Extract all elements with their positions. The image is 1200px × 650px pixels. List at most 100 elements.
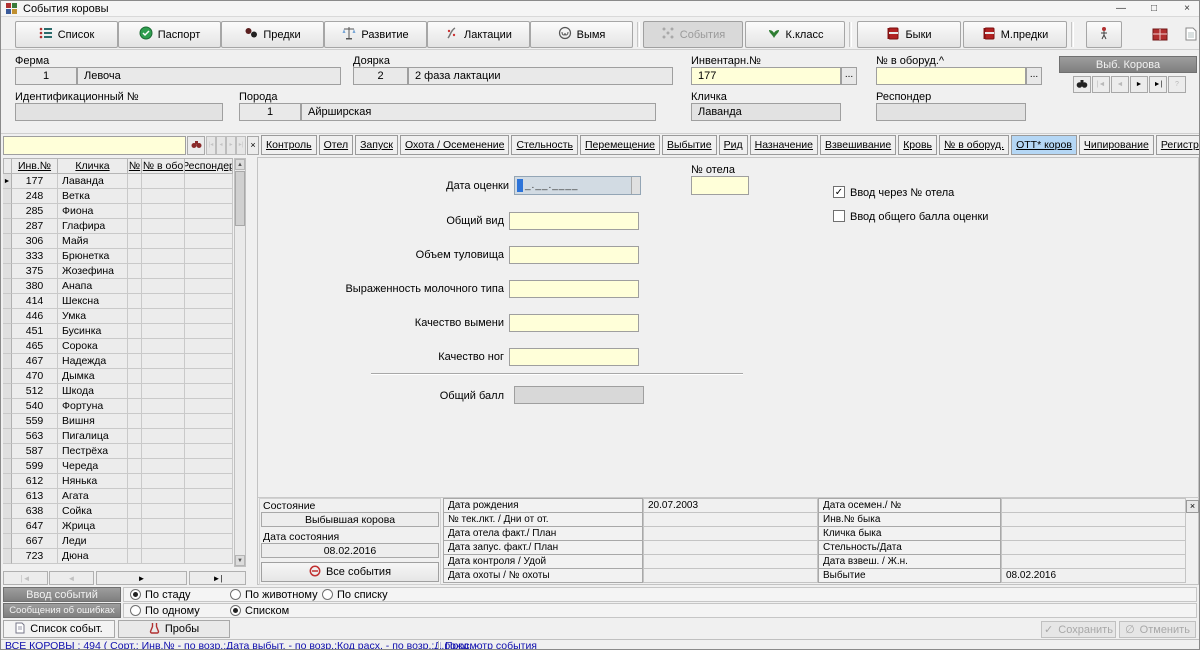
list-next-page-button[interactable]: ► xyxy=(96,571,187,585)
cow-row[interactable]: 248 Ветка xyxy=(3,189,233,204)
find-cow-button[interactable] xyxy=(1073,76,1091,93)
cow-row[interactable]: 638 Сойка xyxy=(3,504,233,519)
evaluation-field-input[interactable] xyxy=(509,212,639,230)
cow-row[interactable]: 306 Майя xyxy=(3,234,233,249)
toolbar-button-ancestors[interactable]: Предки xyxy=(221,21,324,48)
next-record-button[interactable]: ► xyxy=(1130,76,1148,93)
cow-row[interactable]: 465 Сорока xyxy=(3,339,233,354)
scroll-up-icon[interactable]: ▲ xyxy=(235,159,245,170)
tab-peremeschenie[interactable]: Перемещение xyxy=(580,135,660,155)
evaluation-field-input[interactable] xyxy=(509,348,639,366)
cow-row[interactable]: 287 Глафира xyxy=(3,219,233,234)
toolbar-button-bulls[interactable]: Быки xyxy=(857,21,961,48)
equipment-number-input[interactable] xyxy=(876,67,1026,85)
tab-no-v-oborud[interactable]: № в оборуд. xyxy=(939,135,1009,155)
scrollbar-thumb[interactable] xyxy=(235,171,245,226)
samples-button[interactable]: Пробы xyxy=(118,620,230,638)
tab-otel[interactable]: Отел xyxy=(319,135,353,155)
cow-row[interactable]: 599 Череда xyxy=(3,459,233,474)
toolbar-button-passport[interactable]: Паспорт xyxy=(118,21,221,48)
tab-ott-korov[interactable]: ОТТ* коров xyxy=(1011,135,1077,155)
search-close-button[interactable]: × xyxy=(247,136,259,155)
tab-krov[interactable]: Кровь xyxy=(898,135,937,155)
cow-row[interactable]: 587 Пестрёха xyxy=(3,444,233,459)
radio-one-by-one[interactable] xyxy=(130,605,141,616)
toolbar-button-lactations[interactable]: Лактации xyxy=(427,21,530,48)
col-nickname[interactable]: Кличка xyxy=(58,158,128,174)
minimize-button[interactable]: — xyxy=(1111,2,1131,16)
evaluation-field-input[interactable] xyxy=(509,314,639,332)
search-find-button[interactable] xyxy=(187,136,205,155)
cow-row[interactable]: 612 Нянька xyxy=(3,474,233,489)
calving-number-input[interactable] xyxy=(691,176,749,195)
cow-row[interactable]: 446 Умка xyxy=(3,309,233,324)
toolbar-button-list[interactable]: Список xyxy=(15,21,118,48)
cow-row[interactable]: 723 Дюна xyxy=(3,549,233,564)
tab-kontrol[interactable]: Контроль xyxy=(261,135,317,155)
tab-rid[interactable]: Рид xyxy=(719,135,748,155)
toolbar-button-kclass-label: К.класс xyxy=(786,29,824,41)
cow-row[interactable]: 451 Бусинка xyxy=(3,324,233,339)
cow-row[interactable]: 470 Дымка xyxy=(3,369,233,384)
radio-by-list[interactable] xyxy=(322,589,333,600)
enter-by-calving-checkbox[interactable] xyxy=(833,186,845,198)
tab-vybytie[interactable]: Выбытие xyxy=(662,135,717,155)
cow-row[interactable]: 380 Анапа xyxy=(3,279,233,294)
cow-no-cell xyxy=(128,219,142,234)
list-last-page-button[interactable]: ►| xyxy=(189,571,246,585)
info-panel-close-button[interactable]: × xyxy=(1186,500,1199,513)
cow-row[interactable]: ► 177 Лаванда xyxy=(3,174,233,189)
cow-row[interactable]: 333 Брюнетка xyxy=(3,249,233,264)
toolbar-button-development[interactable]: Развитие xyxy=(324,21,427,48)
enter-total-score-checkbox[interactable] xyxy=(833,210,845,222)
cow-row[interactable]: 667 Леди xyxy=(3,534,233,549)
search-last-button: ▸| xyxy=(236,136,246,155)
col-no[interactable]: № xyxy=(128,158,142,174)
inventory-lookup-button[interactable]: ... xyxy=(841,67,857,85)
col-equip-no[interactable]: № в обо xyxy=(142,158,185,174)
equipment-lookup-button[interactable]: ... xyxy=(1026,67,1042,85)
toolbar-button-figure[interactable] xyxy=(1086,21,1122,48)
search-input[interactable] xyxy=(3,136,186,155)
maximize-button[interactable]: □ xyxy=(1144,2,1164,16)
cow-inv-cell: 306 xyxy=(12,234,58,249)
tab-naznachenie[interactable]: Назначение xyxy=(750,135,818,155)
tab-stelnost[interactable]: Стельность xyxy=(511,135,578,155)
events-list-button[interactable]: Список событ. xyxy=(3,620,115,638)
cow-row[interactable]: 647 Жрица xyxy=(3,519,233,534)
cow-row[interactable]: 512 Шкода xyxy=(3,384,233,399)
radio-by-animal[interactable] xyxy=(230,589,241,600)
tab-vzveshivanie[interactable]: Взвешивание xyxy=(820,135,896,155)
cow-list-scrollbar[interactable]: ▲ ▼ xyxy=(234,158,246,567)
toolbar-button-m-ancestors[interactable]: М.предки xyxy=(963,21,1067,48)
tab-zapusk[interactable]: Запуск xyxy=(355,135,398,155)
radio-as-list[interactable] xyxy=(230,605,241,616)
radio-by-herd[interactable] xyxy=(130,589,141,600)
tab-registracia[interactable]: Регистрация xyxy=(1156,135,1199,155)
cow-row[interactable]: 613 Агата xyxy=(3,489,233,504)
tab-chipirovanie[interactable]: Чипирование xyxy=(1079,135,1154,155)
date-spinner[interactable] xyxy=(631,177,640,194)
col-responder[interactable]: Респондер xyxy=(185,158,233,174)
evaluation-field-input[interactable] xyxy=(509,246,639,264)
last-record-button[interactable]: ►| xyxy=(1149,76,1167,93)
col-inv-number[interactable]: Инв.№ xyxy=(12,158,58,174)
report-document-icon[interactable] xyxy=(1182,22,1200,46)
toolbar-button-udder[interactable]: Вымя xyxy=(530,21,633,48)
cow-row[interactable]: 467 Надежда xyxy=(3,354,233,369)
evaluation-field-input[interactable] xyxy=(509,280,639,298)
card-cabinet-icon[interactable] xyxy=(1149,22,1171,46)
evaluation-date-input[interactable]: _.__.____ xyxy=(514,176,641,195)
cow-row[interactable]: 285 Фиона xyxy=(3,204,233,219)
cow-row[interactable]: 540 Фортуна xyxy=(3,399,233,414)
all-events-button[interactable]: Все события xyxy=(261,562,439,582)
close-button[interactable]: × xyxy=(1177,2,1197,16)
inventory-number-input[interactable]: 177 xyxy=(691,67,841,85)
cow-row[interactable]: 375 Жозефина xyxy=(3,264,233,279)
cow-row[interactable]: 559 Вишня xyxy=(3,414,233,429)
toolbar-button-kclass[interactable]: К.класс xyxy=(745,21,845,48)
tab-ohota-osemenenie[interactable]: Охота / Осеменение xyxy=(400,135,510,155)
cow-row[interactable]: 563 Пигалица xyxy=(3,429,233,444)
cow-row[interactable]: 414 Шексна xyxy=(3,294,233,309)
scroll-down-icon[interactable]: ▼ xyxy=(235,555,245,566)
